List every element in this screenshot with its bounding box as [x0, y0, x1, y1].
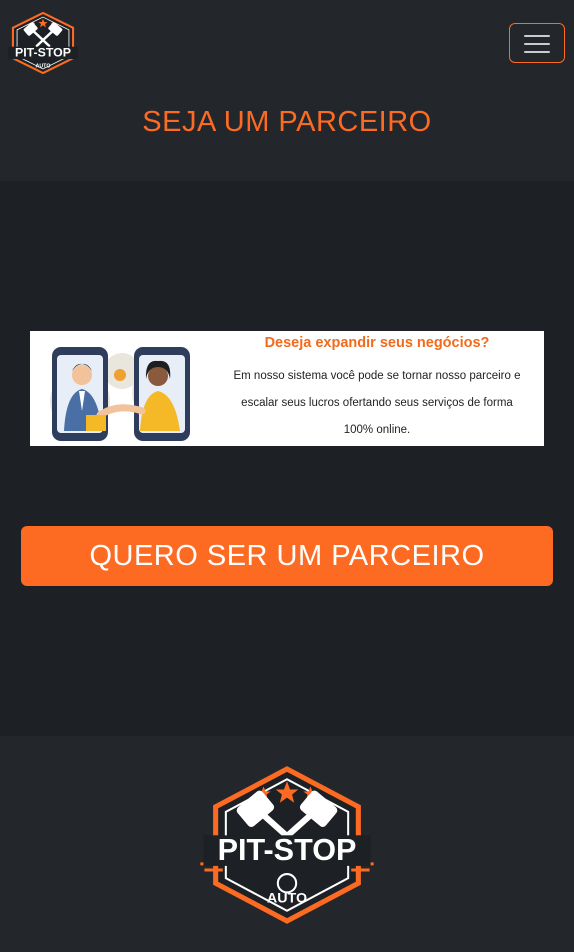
svg-text:AUTO: AUTO — [35, 63, 50, 69]
svg-text:PIT-STOP: PIT-STOP — [15, 46, 71, 60]
banner-line: 100% online. — [343, 424, 411, 436]
banner-headline: Deseja expandir seus negócios? — [264, 335, 490, 351]
footer: PIT-STOP AUTO — [0, 736, 574, 952]
banner-line: Em nosso sistema você pode se tornar nos… — [233, 370, 521, 382]
banner-body: Em nosso sistema você pode se tornar nos… — [222, 363, 532, 444]
hamburger-menu-icon — [524, 35, 550, 37]
partner-banner: Deseja expandir seus negócios? Em nosso … — [30, 331, 544, 446]
navbar: PIT-STOP AUTO — [0, 0, 574, 88]
banner-line: escalar seus lucros ofertando seus servi… — [241, 397, 513, 409]
pit-stop-logo-icon: PIT-STOP AUTO — [200, 766, 374, 924]
become-partner-button[interactable]: QUERO SER UM PARCEIRO — [21, 526, 553, 586]
svg-text:PIT-STOP: PIT-STOP — [218, 833, 357, 867]
partners-handshake-phones-illustration — [30, 331, 210, 446]
hamburger-menu-icon — [524, 51, 550, 53]
partner-section: Deseja expandir seus negócios? Em nosso … — [0, 181, 574, 736]
hamburger-menu-icon — [524, 43, 550, 45]
page-title: SEJA UM PARCEIRO — [142, 106, 432, 138]
pit-stop-logo-icon[interactable]: PIT-STOP AUTO — [8, 12, 78, 74]
navbar-toggle-button[interactable] — [509, 23, 565, 63]
svg-text:AUTO: AUTO — [267, 891, 307, 907]
